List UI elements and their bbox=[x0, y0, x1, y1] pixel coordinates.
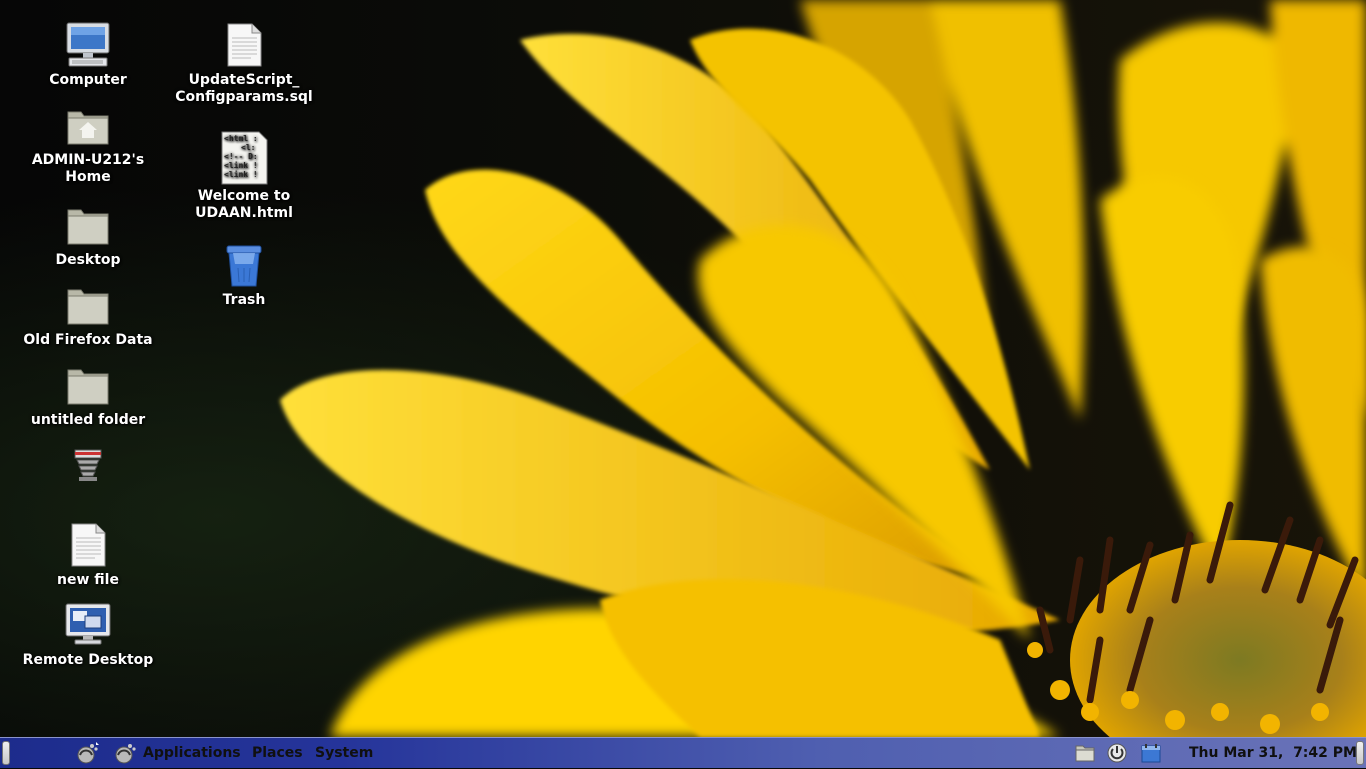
desktop-icon-label: Trash bbox=[222, 292, 266, 308]
svg-text:<l:: <l: bbox=[241, 143, 255, 152]
sunflower-wallpaper-image bbox=[280, 0, 1366, 737]
panel-right-handle[interactable] bbox=[1356, 741, 1364, 765]
folder-icon bbox=[63, 200, 113, 250]
trash-icon bbox=[219, 240, 269, 290]
svg-text:<link !: <link ! bbox=[224, 169, 258, 179]
calendar-icon[interactable] bbox=[1140, 743, 1162, 763]
package-installer-icon bbox=[63, 440, 113, 490]
desktop-icon-label: Computer bbox=[49, 72, 127, 88]
desktop-icon-label: untitled folder bbox=[30, 412, 146, 428]
desktop-icon-label: ADMIN-U212's Home bbox=[31, 152, 145, 185]
power-icon[interactable] bbox=[1106, 743, 1128, 763]
desktop-icon-new-file[interactable]: new file bbox=[13, 520, 163, 589]
desktop-icon-label: new file bbox=[57, 572, 119, 588]
gnome-foot-icon[interactable] bbox=[76, 741, 102, 765]
places-menu[interactable]: Places bbox=[252, 743, 303, 763]
desktop-icon-untitled-folder[interactable]: untitled folder bbox=[13, 360, 163, 429]
desktop-icon-label: Old Firefox Data bbox=[23, 332, 153, 348]
desktop-icon-installer[interactable] bbox=[13, 440, 163, 492]
desktop-icon-welcome-html[interactable]: <html : <l: <!-- D: <link ! <link ! Welc… bbox=[169, 130, 319, 222]
desktop-icon-update-script[interactable]: UpdateScript_ Configparams.sql bbox=[169, 20, 319, 106]
desktop-icon-label: UpdateScript_ Configparams.sql bbox=[175, 72, 313, 105]
text-file-icon bbox=[219, 20, 269, 70]
svg-text:<html :: <html : bbox=[224, 134, 258, 143]
gnome-foot-icon[interactable] bbox=[113, 742, 137, 764]
applications-menu[interactable]: Applications bbox=[143, 743, 241, 763]
text-file-icon bbox=[63, 520, 113, 570]
desktop-icon-label: Remote Desktop bbox=[22, 652, 154, 668]
folder-icon bbox=[63, 280, 113, 330]
html-file-icon: <html : <l: <!-- D: <link ! <link ! bbox=[219, 130, 269, 186]
desktop-icon-old-firefox-data[interactable]: Old Firefox Data bbox=[13, 280, 163, 349]
desktop-icon-remote-desktop[interactable]: Remote Desktop bbox=[13, 600, 163, 669]
panel-clock[interactable]: Thu Mar 31, 7:42 PM bbox=[1189, 743, 1357, 763]
remote-desktop-icon bbox=[63, 600, 113, 650]
home-folder-icon bbox=[63, 100, 113, 150]
computer-icon bbox=[63, 20, 113, 70]
desktop-wallpaper bbox=[0, 0, 1366, 737]
desktop-icon-label: Desktop bbox=[55, 252, 121, 268]
desktop-icon-trash[interactable]: Trash bbox=[169, 240, 319, 309]
folder-icon bbox=[63, 360, 113, 410]
panel-left-handle[interactable] bbox=[2, 741, 10, 765]
file-manager-icon[interactable] bbox=[1074, 743, 1096, 763]
desktop-icon-home[interactable]: ADMIN-U212's Home bbox=[13, 100, 163, 186]
system-menu[interactable]: System bbox=[315, 743, 373, 763]
bottom-panel: Applications Places System Thu Mar 31, 7… bbox=[0, 737, 1366, 768]
desktop-icon-label: Welcome to UDAAN.html bbox=[195, 188, 293, 221]
svg-text:<!-- D:: <!-- D: bbox=[224, 152, 258, 161]
desktop-icon-desktop-folder[interactable]: Desktop bbox=[13, 200, 163, 269]
desktop-icon-computer[interactable]: Computer bbox=[13, 20, 163, 89]
svg-text:<link !: <link ! bbox=[224, 160, 258, 170]
